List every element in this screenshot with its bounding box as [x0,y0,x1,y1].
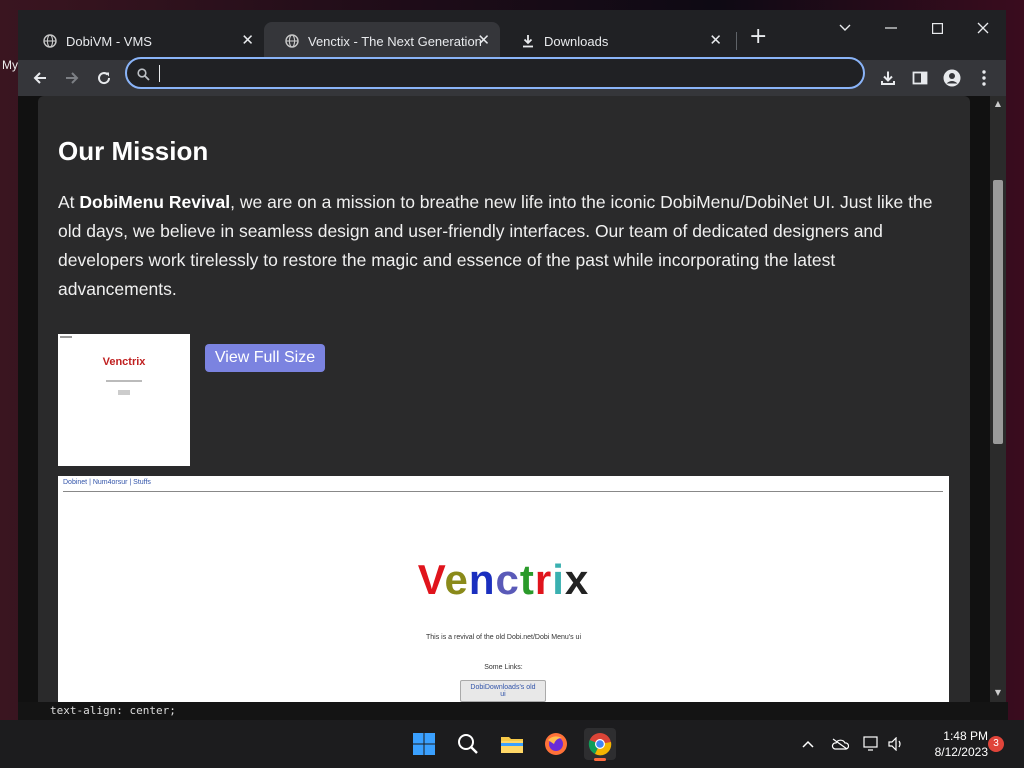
tab-close-icon[interactable]: ✕ [241,33,254,49]
tab-title: Venctix - The Next Generation [308,33,482,49]
preview-links-label: Some Links: [484,664,523,671]
back-icon[interactable] [28,66,52,90]
tab-close-icon[interactable]: ✕ [477,33,490,49]
thumb-line [118,390,130,395]
tab-separator [736,32,737,50]
clock-time: 1:48 PM [943,729,988,743]
tab-dobivm[interactable]: DobiVM - VMS ✕ [22,22,264,60]
preview-title-letter: e [444,556,469,603]
preview-title-letter: i [552,556,565,603]
show-hidden-icons-chevron-icon[interactable] [798,734,818,754]
globe-icon [284,33,300,49]
mission-paragraph: At DobiMenu Revival, we are on a mission… [58,188,948,304]
preview-title-letter: n [468,556,496,603]
tab-downloads[interactable]: Downloads ✕ [500,22,732,60]
tab-close-icon[interactable]: ✕ [709,33,722,49]
forward-icon[interactable] [60,66,84,90]
brand-name: DobiMenu Revival [79,192,231,212]
site-preview: Dobinet | Num4orsur | Stuffs Venctrix Th… [58,476,949,702]
mission-prefix: At [58,192,80,212]
tab-search-chevron-icon[interactable] [830,18,860,38]
active-app-indicator [594,758,606,761]
tab-title: DobiVM - VMS [66,33,152,49]
scrollbar-thumb[interactable] [993,180,1003,444]
thumb-title: Venctrix [102,356,146,368]
notification-badge[interactable]: 3 [988,736,1004,752]
desktop-icon-label: My [2,58,18,72]
browser-window: DobiVM - VMS ✕ Venctix - The Next Genera… [18,10,1006,702]
tab-strip: DobiVM - VMS ✕ Venctix - The Next Genera… [18,10,1006,60]
address-input[interactable] [157,63,851,85]
preview-title-letter: c [495,556,520,603]
start-icon[interactable] [408,728,440,760]
scroll-up-icon[interactable]: ▲ [993,99,1003,109]
browser-toolbar [18,57,1006,96]
preview-nav-links[interactable]: Dobinet | Num4orsur | Stuffs [63,479,151,486]
profile-icon[interactable] [940,66,964,90]
clock-date: 8/12/2023 [934,745,988,759]
preview-title-letter: t [519,556,535,603]
tab-title: Downloads [544,33,609,49]
address-bar[interactable] [125,57,865,89]
mission-card: Our Mission At DobiMenu Revival, we are … [38,96,970,702]
view-full-size-button[interactable]: View Full Size [205,344,325,372]
downloads-icon[interactable] [876,66,900,90]
system-clock[interactable]: 1:48 PM 8/12/2023 [908,728,988,760]
vertical-scrollbar[interactable]: ▲ ▼ [990,96,1006,702]
preview-title-letter: V [417,556,445,603]
text-caret [159,65,160,82]
editor-peek-text: text-align: center; [18,702,1008,720]
close-window-icon[interactable] [968,18,998,38]
preview-title-letter: x [564,556,590,603]
screenshot-thumbnail[interactable]: Venctrix [58,334,190,466]
chrome-icon[interactable] [584,728,616,761]
volume-icon[interactable] [886,734,906,754]
taskbar: 1:48 PM 8/12/2023 3 [0,720,1024,768]
file-explorer-icon[interactable] [496,728,528,760]
preview-title-letter: r [534,556,553,603]
search-icon[interactable] [452,728,484,760]
page-viewport: Our Mission At DobiMenu Revival, we are … [18,96,990,702]
minimize-icon[interactable] [876,18,906,38]
tab-venctix[interactable]: Venctix - The Next Generation ✕ [264,22,500,60]
onedrive-cloud-icon[interactable] [830,734,850,754]
side-panel-icon[interactable] [908,66,932,90]
preview-link-button[interactable]: DobiDownloads's old ui [460,680,546,702]
reload-icon[interactable] [92,66,116,90]
search-icon [137,66,150,85]
preview-divider [63,491,943,492]
preview-subtitle: This is a revival of the old Dobi.net/Do… [425,634,582,641]
maximize-icon[interactable] [922,18,952,38]
network-icon[interactable] [862,734,882,754]
page-title: Our Mission [58,136,209,166]
thumb-line [106,380,142,382]
preview-title: Venctrix [58,556,949,604]
globe-icon [42,33,58,49]
menu-dots-icon[interactable] [972,66,996,90]
thumb-nav-line [60,336,72,338]
new-tab-icon[interactable]: + [749,26,767,48]
scroll-down-icon[interactable]: ▼ [993,688,1003,698]
firefox-icon[interactable] [540,728,572,760]
download-icon [520,33,536,49]
